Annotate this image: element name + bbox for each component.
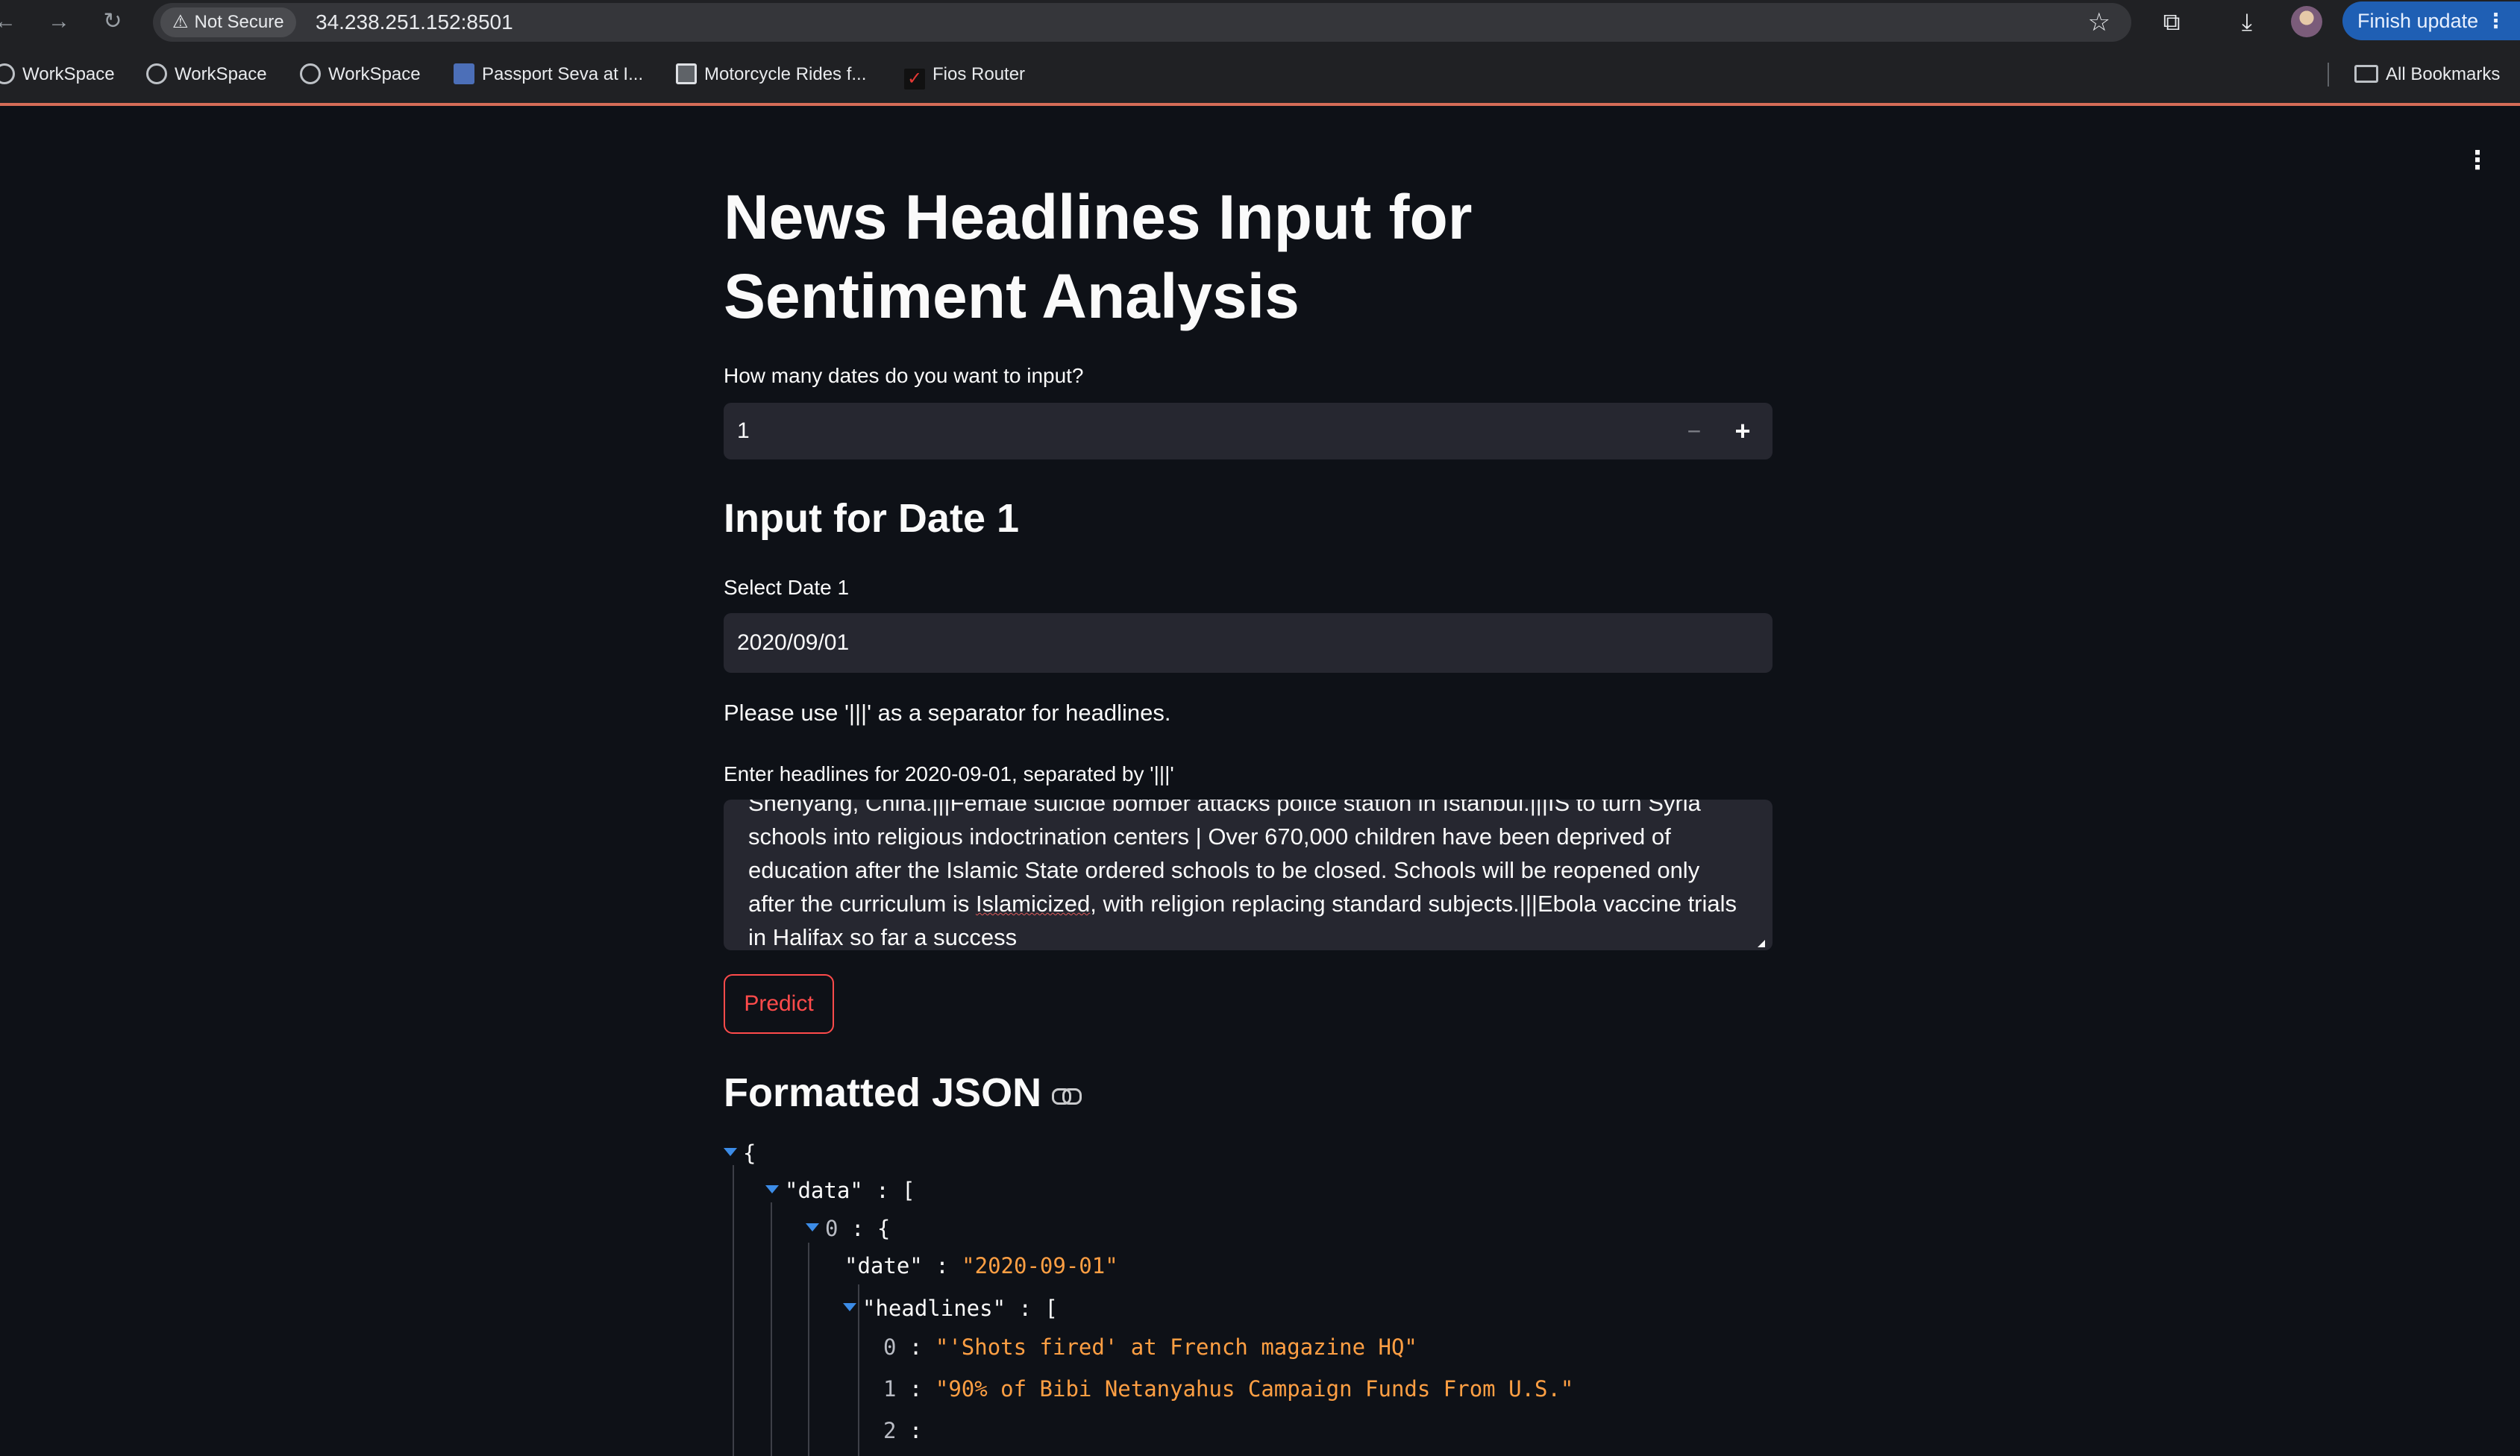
- bookmark-fios-router[interactable]: ✓ Fios Router: [904, 60, 1025, 90]
- profile-avatar[interactable]: [2291, 6, 2322, 37]
- headlines-label: Enter headlines for 2020-09-01, separate…: [724, 762, 1174, 785]
- bookmark-label: Fios Router: [933, 64, 1026, 84]
- more-vert-icon: ⋮: [2486, 10, 2507, 32]
- select-date-label: Select Date 1: [724, 576, 850, 599]
- workspace-icon: [0, 63, 15, 84]
- increment-button[interactable]: +: [1720, 403, 1765, 459]
- workspace-icon: [300, 63, 321, 84]
- bookmark-workspace-3[interactable]: WorkSpace: [300, 60, 421, 90]
- bookmark-motorcycle-rides[interactable]: Motorcycle Rides f...: [676, 60, 866, 90]
- warning-icon: ⚠: [172, 12, 189, 32]
- json-brace: {: [743, 1140, 756, 1166]
- tree-guide: [771, 1202, 772, 1456]
- folder-icon: [2354, 65, 2378, 83]
- all-bookmarks-label: All Bookmarks: [2386, 64, 2501, 84]
- predict-button[interactable]: Predict: [724, 974, 834, 1034]
- json-date-line: "date" : "2020-09-01": [844, 1253, 1118, 1278]
- json-item-line: 0 : {: [806, 1214, 890, 1243]
- date-section-heading: Input for Date 1: [724, 496, 1020, 541]
- tree-guide: [808, 1243, 809, 1456]
- json-index: 0: [825, 1216, 839, 1241]
- bookmarks-divider: [2328, 63, 2329, 87]
- bookmark-workspace-1[interactable]: WorkSpace: [0, 60, 115, 90]
- globe-icon: [146, 63, 167, 84]
- json-headlines-line: "headlines" : [: [843, 1293, 1058, 1323]
- json-viewer: { "data" : [ 0 : { "date" : "2020-09-01"…: [724, 1138, 1773, 1456]
- json-string: "90% of Bibi Netanyahus Campaign Funds F…: [935, 1376, 1574, 1402]
- address-bar[interactable]: ⚠ Not Secure 34.238.251.152:8501 ☆: [153, 3, 2131, 42]
- app-page: ⋮ News Headlines Input for Sentiment Ana…: [0, 109, 2520, 1456]
- finish-update-button[interactable]: Finish update ⋮: [2342, 1, 2520, 40]
- json-bracket: : [: [1018, 1296, 1058, 1321]
- calendar-icon: [676, 63, 697, 84]
- tree-guide: [733, 1165, 734, 1456]
- json-index: 1: [883, 1376, 897, 1402]
- bookmark-label: WorkSpace: [175, 64, 267, 84]
- json-root-line: {: [724, 1138, 756, 1168]
- page-title: News Headlines Input for Sentiment Analy…: [724, 182, 1473, 331]
- passport-seva-icon: [454, 63, 474, 84]
- download-icon[interactable]: ⤓: [2231, 6, 2263, 37]
- url-text[interactable]: 34.238.251.152:8501: [316, 3, 513, 42]
- link-icon[interactable]: [1052, 1088, 1082, 1105]
- json-data-line: "data" : [: [765, 1176, 915, 1205]
- num-dates-label: How many dates do you want to input?: [724, 364, 1084, 387]
- json-headline-row: 0 : "'Shots fired' at French magazine HQ…: [883, 1334, 1417, 1360]
- bookmark-label: WorkSpace: [328, 64, 421, 84]
- security-label: Not Secure: [194, 12, 284, 32]
- bookmark-label: Passport Seva at I...: [482, 64, 644, 84]
- bookmarks-bar: WorkSpace WorkSpace WorkSpace Passport S…: [0, 43, 2520, 106]
- bookmark-label: Motorcycle Rides f...: [704, 64, 867, 84]
- date-input-value[interactable]: 2020/09/01: [737, 613, 849, 673]
- forward-icon[interactable]: →: [43, 6, 75, 37]
- json-key: "data": [785, 1178, 863, 1203]
- collapse-caret-icon[interactable]: [765, 1185, 779, 1193]
- json-headline-row: 2 :: [883, 1418, 923, 1443]
- finish-update-label: Finish update: [2357, 10, 2479, 32]
- extensions-icon[interactable]: ⧉: [2155, 6, 2188, 37]
- json-bracket: : {: [850, 1216, 891, 1241]
- json-key: "date": [844, 1253, 923, 1278]
- main-menu-icon[interactable]: ⋮: [2465, 148, 2490, 173]
- all-bookmarks[interactable]: All Bookmarks: [2354, 60, 2500, 90]
- json-heading-text: Formatted JSON: [724, 1070, 1042, 1115]
- resize-handle[interactable]: [1758, 940, 1765, 947]
- json-index: 0: [883, 1334, 897, 1360]
- bookmark-label: WorkSpace: [22, 64, 115, 84]
- json-string: "'Shots fired' at French magazine HQ": [935, 1334, 1417, 1360]
- json-section-heading: Formatted JSON: [724, 1070, 1082, 1116]
- num-dates-value[interactable]: 1: [737, 403, 750, 459]
- num-dates-input[interactable]: 1 − +: [724, 403, 1773, 459]
- decrement-button[interactable]: −: [1676, 403, 1713, 459]
- back-icon[interactable]: ←: [0, 6, 21, 37]
- spellcheck-flagged-word: Islamicized: [975, 891, 1091, 917]
- headlines-text[interactable]: Shenyang, China.|||Female suicide bomber…: [748, 800, 1748, 950]
- security-chip[interactable]: ⚠ Not Secure: [160, 7, 296, 37]
- headlines-textarea[interactable]: Shenyang, China.|||Female suicide bomber…: [724, 800, 1773, 950]
- bookmark-star-icon[interactable]: ☆: [2088, 7, 2110, 37]
- json-key: "headlines": [862, 1296, 1006, 1321]
- json-bracket: : [: [876, 1178, 915, 1203]
- separator-note: Please use '|||' as a separator for head…: [724, 700, 1171, 726]
- bookmark-passport-seva[interactable]: Passport Seva at I...: [454, 60, 643, 90]
- bookmark-workspace-2[interactable]: WorkSpace: [146, 60, 267, 90]
- reload-icon[interactable]: ↻: [97, 6, 128, 37]
- checkmark-icon: ✓: [904, 69, 925, 90]
- json-headline-row: 1 : "90% of Bibi Netanyahus Campaign Fun…: [883, 1376, 1574, 1402]
- collapse-caret-icon[interactable]: [724, 1148, 737, 1156]
- date-input[interactable]: 2020/09/01: [724, 613, 1773, 673]
- collapse-caret-icon[interactable]: [806, 1223, 819, 1231]
- json-index: 2: [883, 1418, 897, 1443]
- collapse-caret-icon[interactable]: [843, 1303, 856, 1311]
- browser-toolbar: ← → ↻ ⚠ Not Secure 34.238.251.152:8501 ☆ …: [0, 0, 2520, 43]
- json-string: "2020-09-01": [962, 1253, 1118, 1278]
